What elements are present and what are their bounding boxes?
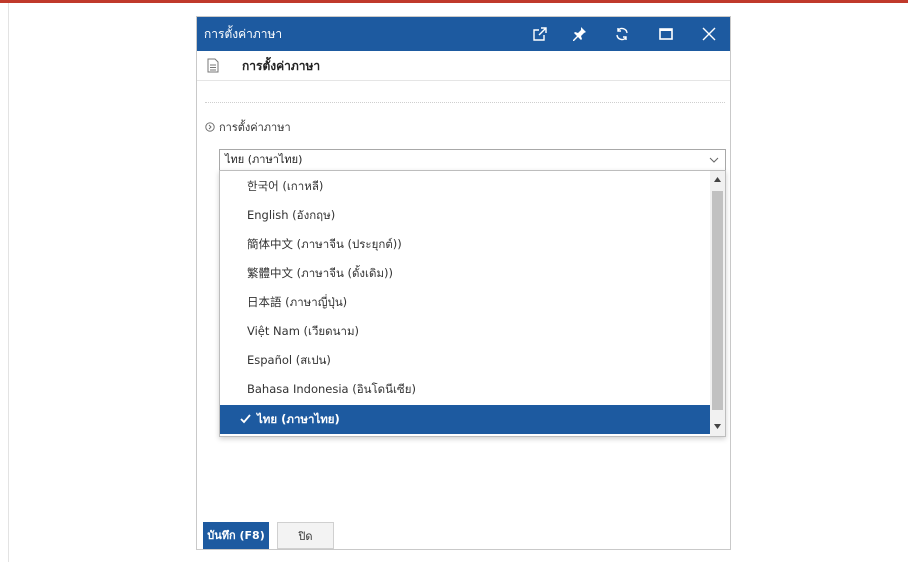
language-dropdown-list: 한국어 (เกาหลี) English (อังกฤษ) 簡体中文 (ภาษา… [219,170,726,437]
close-window-button[interactable] [691,17,727,51]
top-accent-line [0,0,908,3]
subheader-title: การตั้งค่าภาษา [242,59,321,73]
maximize-button[interactable] [648,17,684,51]
language-select[interactable]: ไทย (ภาษาไทย) [219,149,726,171]
scrollbar-thumb[interactable] [712,191,723,410]
language-option[interactable]: 繁體中文 (ภาษาจีน (ดั้งเดิม)) [220,259,710,288]
close-icon [702,27,716,41]
dialog-title: การตั้งค่าภาษา [204,27,283,41]
refresh-button[interactable] [604,17,640,51]
maximize-icon [659,28,673,40]
language-settings-dialog: การตั้งค่าภาษา การตั้งค่าภาษา การตั้งค่า… [196,16,731,550]
expand-circle-icon [205,122,215,132]
open-external-icon [533,27,547,41]
language-option-selected[interactable]: ไทย (ภาษาไทย) [220,405,710,434]
close-button[interactable]: ปิด [277,522,334,549]
refresh-icon [616,27,628,41]
language-option[interactable]: 日本語 (ภาษาญี่ปุ่น) [220,288,710,317]
dialog-titlebar: การตั้งค่าภาษา [197,17,730,51]
dialog-subheader: การตั้งค่าภาษา [197,51,730,81]
language-option[interactable]: Español (สเปน) [220,346,710,375]
pin-button[interactable] [561,17,597,51]
open-external-button[interactable] [522,17,558,51]
dialog-footer: บันทึก (F8) ปิด [197,516,730,550]
save-button[interactable]: บันทึก (F8) [203,522,269,549]
language-select-value: ไทย (ภาษาไทย) [225,153,303,166]
dropdown-scrollbar[interactable] [710,171,725,436]
checkmark-icon [240,414,251,424]
language-option[interactable]: Việt Nam (เวียดนาม) [220,317,710,346]
pin-icon [573,27,586,41]
document-icon [207,58,219,73]
language-option[interactable]: English (อังกฤษ) [220,201,710,230]
language-option[interactable]: Bahasa Indonesia (อินโดนีเซีย) [220,375,710,404]
chevron-down-icon [709,157,719,163]
language-option[interactable]: 한국어 (เกาหลี) [220,172,710,201]
scroll-up-arrow-icon[interactable] [714,177,721,182]
scroll-down-arrow-icon[interactable] [714,424,721,429]
section-divider [205,102,725,103]
section-header[interactable]: การตั้งค่าภาษา [205,118,291,136]
language-option[interactable]: 簡体中文 (ภาษาจีน (ประยุกต์)) [220,230,710,259]
left-divider [8,3,9,562]
section-label: การตั้งค่าภาษา [219,121,291,134]
